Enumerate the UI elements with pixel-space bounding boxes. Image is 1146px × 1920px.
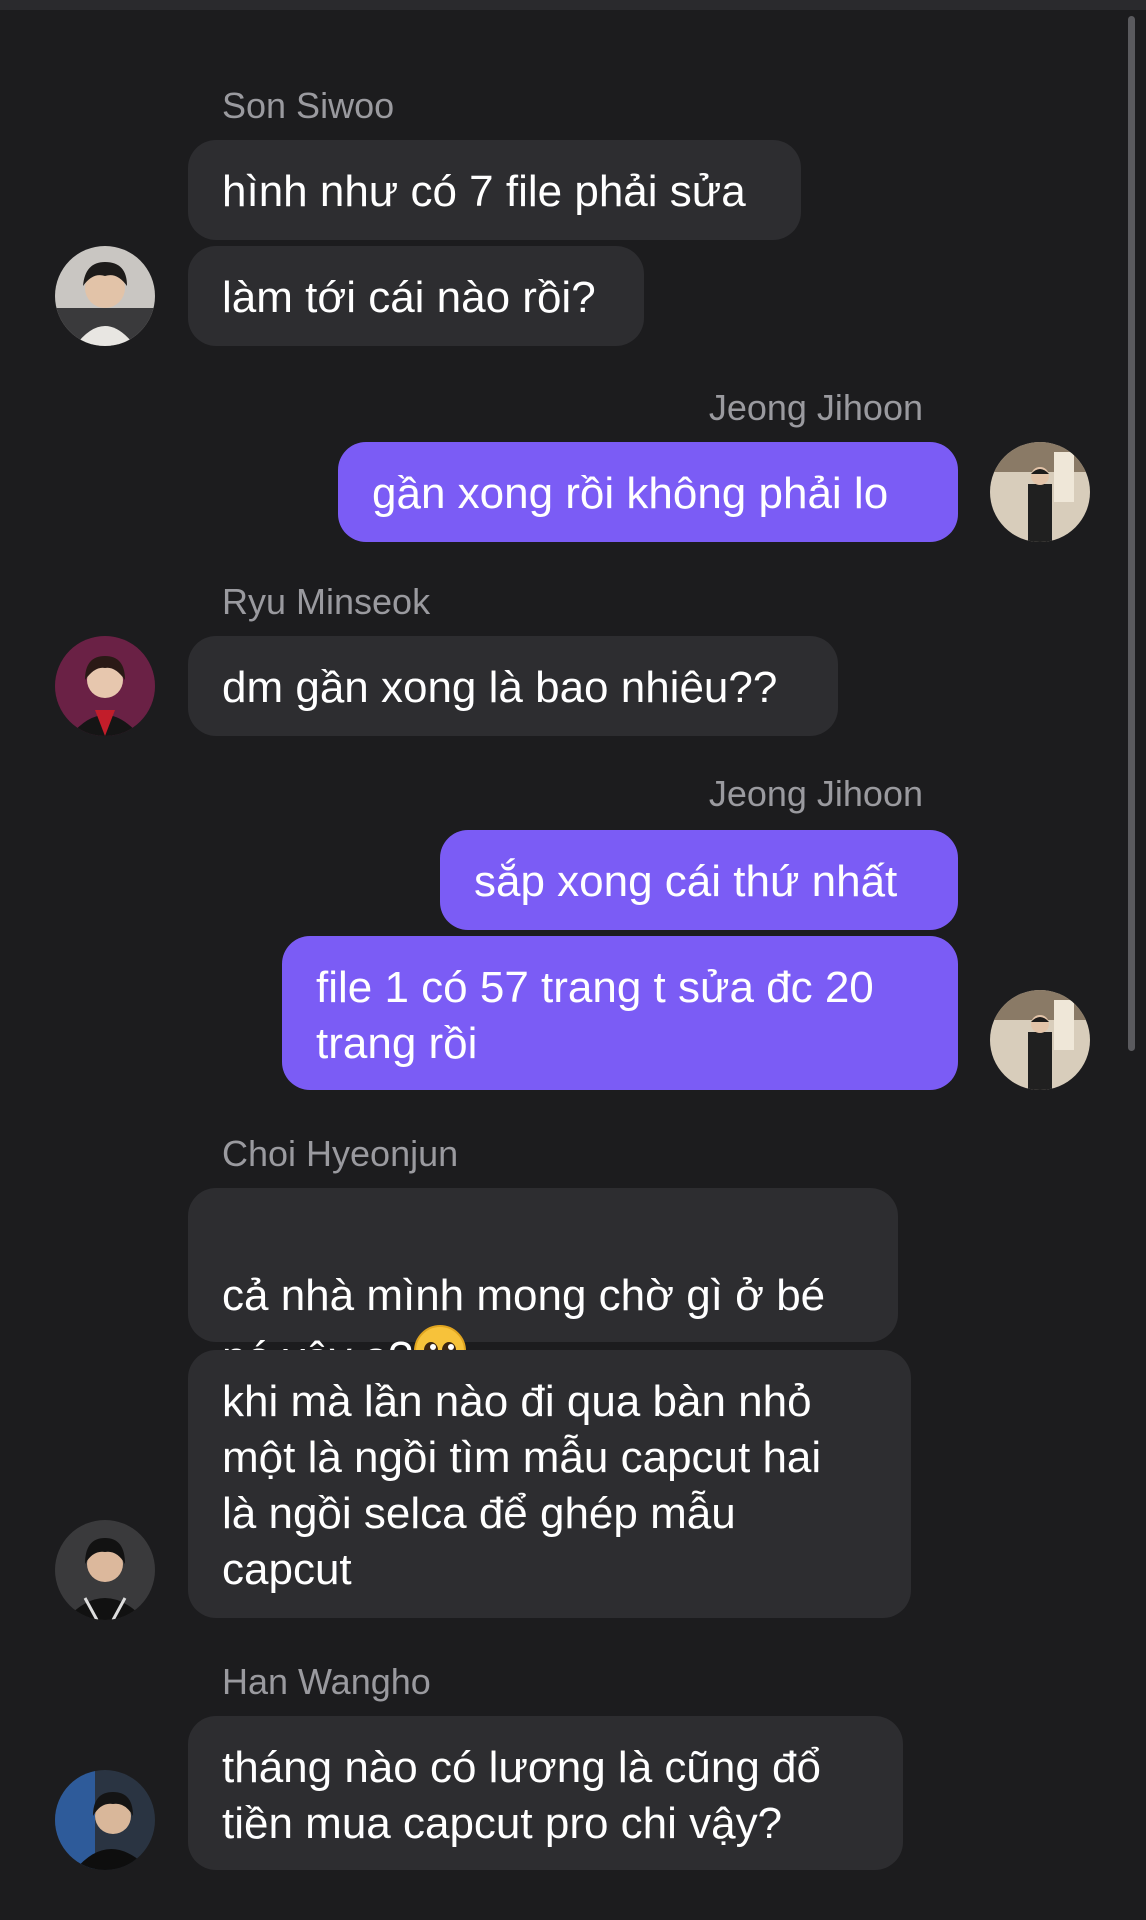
message-bubble[interactable]: làm tới cái nào rồi? xyxy=(188,246,644,346)
message-bubble[interactable]: file 1 có 57 trang t sửa đc 20 trang rồi xyxy=(282,936,958,1090)
sender-name: Choi Hyeonjun xyxy=(222,1133,459,1174)
message-bubble[interactable]: sắp xong cái thứ nhất xyxy=(440,830,958,930)
cut-off-sender-name xyxy=(690,1896,930,1920)
avatar[interactable] xyxy=(55,636,155,736)
avatar[interactable] xyxy=(55,246,155,346)
message-bubble[interactable]: cả nhà mình mong chờ gì ở bé nó vậy ạ? xyxy=(188,1188,898,1382)
message-bubble[interactable]: dm gần xong là bao nhiêu?? xyxy=(188,636,838,736)
sender-name: Han Wangho xyxy=(222,1661,431,1702)
message-bubble[interactable]: gần xong rồi không phải lo xyxy=(338,442,958,542)
message-bubble[interactable]: tháng nào có lương là cũng đổ tiền mua c… xyxy=(188,1716,903,1870)
avatar[interactable] xyxy=(990,990,1090,1090)
avatar[interactable] xyxy=(55,1520,155,1620)
avatar[interactable] xyxy=(55,1770,155,1870)
avatar[interactable] xyxy=(990,442,1090,542)
sender-name: Jeong Jihoon xyxy=(708,773,923,814)
sender-name: Jeong Jihoon xyxy=(708,387,923,428)
sender-name: Son Siwoo xyxy=(222,85,395,126)
message-bubble[interactable]: khi mà lần nào đi qua bàn nhỏ một là ngồ… xyxy=(188,1350,911,1618)
sender-name: Ryu Minseok xyxy=(222,581,431,622)
message-bubble[interactable]: hình như có 7 file phải sửa xyxy=(188,140,801,240)
message-thread: Son Siwoo hình như có 7 file phải sửa là… xyxy=(0,0,1146,1920)
